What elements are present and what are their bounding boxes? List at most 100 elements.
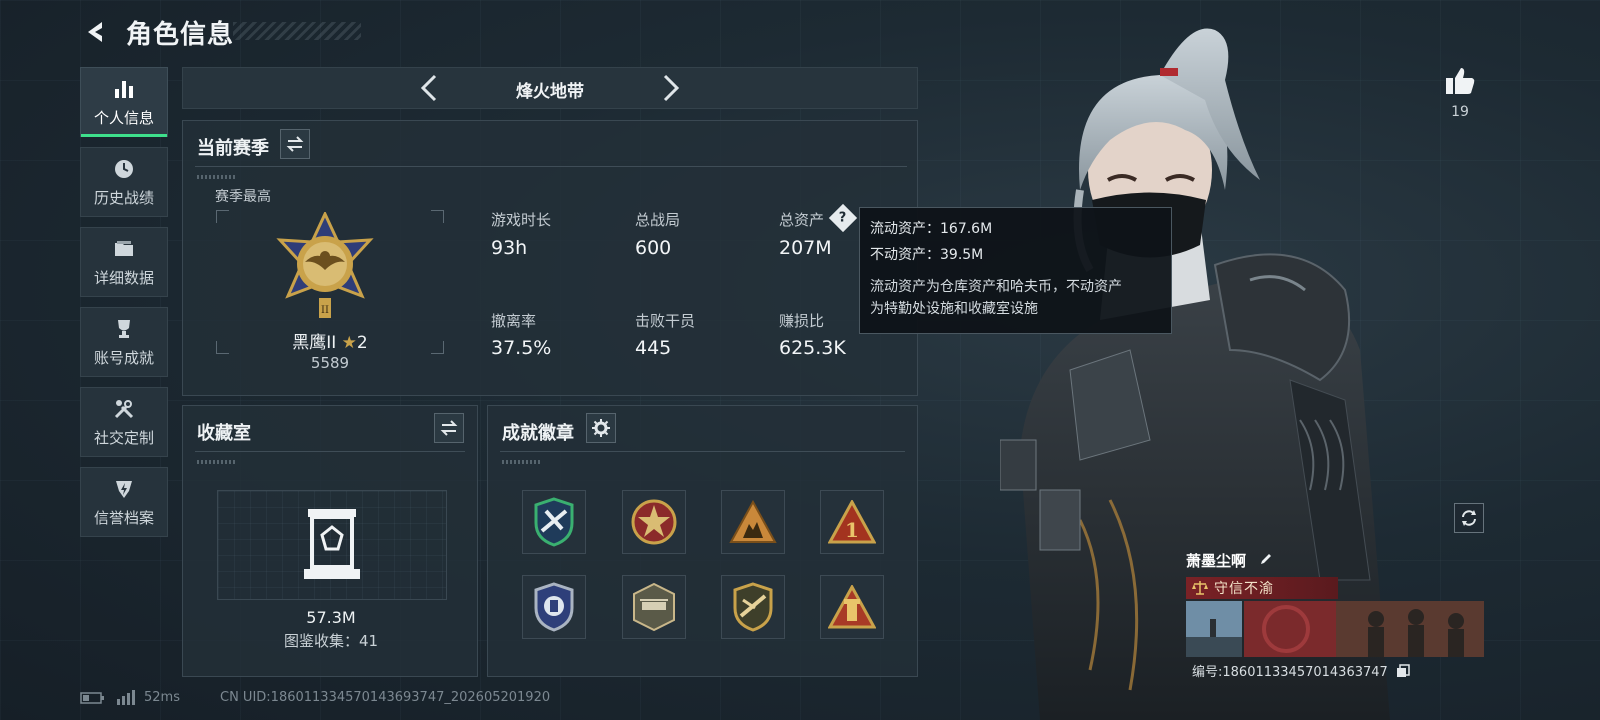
mode-selector: 烽火地带 (182, 67, 918, 109)
assets-tooltip: 流动资产：167.6M 不动资产：39.5M 流动资产为仓库资产和哈夫币，不动资… (859, 207, 1172, 334)
chevron-right-icon (663, 74, 680, 102)
title-decoration (233, 22, 361, 40)
shield-lightning-icon (116, 480, 132, 498)
folder-icon (115, 240, 133, 256)
refresh-icon (1462, 510, 1476, 526)
edit-name-button[interactable] (1259, 551, 1273, 570)
page-title: 角色信息 (126, 20, 235, 50)
season-title: 当前赛季 (197, 138, 269, 159)
collection-switch-button[interactable] (434, 413, 464, 443)
stat-value: 625.3K (779, 337, 846, 359)
thumbs-up-icon (1446, 68, 1475, 94)
collection-value: 57.3M (306, 608, 356, 627)
badge-8-icon (828, 585, 876, 629)
sidebar-item-detailed-data[interactable]: 详细数据 (80, 227, 168, 297)
signal-icon (117, 690, 135, 705)
badge-6-icon (633, 582, 675, 632)
tooltip-fixed-assets: 不动资产：39.5M (870, 247, 984, 263)
swap-icon (286, 136, 304, 152)
stat-label: 总资产 (779, 211, 825, 229)
sidebar-item-personal-info[interactable]: 个人信息 (80, 67, 168, 137)
achievement-badge[interactable]: 1 (820, 490, 884, 554)
player-title-badge: 守信不渝 (1186, 577, 1338, 599)
rank-name-row: 黑鹰II ★2 (216, 328, 444, 353)
pencil-icon (1261, 554, 1272, 564)
collection-title: 收藏室 (197, 423, 251, 444)
sidebar-item-label: 信誉档案 (93, 508, 154, 527)
achievement-badge[interactable] (622, 490, 686, 554)
achievement-badge[interactable] (721, 490, 785, 554)
stat-label: 游戏时长 (491, 211, 552, 229)
chevron-left-icon (88, 22, 102, 42)
help-button[interactable]: ? (828, 203, 858, 233)
sidebar-item-label: 个人信息 (93, 108, 154, 127)
achievement-badge[interactable] (522, 575, 586, 639)
trophy-icon (118, 319, 130, 338)
bar-chart-icon (115, 80, 133, 98)
mode-name: 烽火地带 (516, 82, 584, 102)
refresh-button[interactable] (1454, 503, 1484, 533)
stat-value: 93h (491, 237, 528, 259)
sidebar-item-label: 详细数据 (93, 268, 154, 287)
tooltip-liquid-assets: 流动资产：167.6M (870, 221, 993, 237)
achievement-badge[interactable] (522, 490, 586, 554)
sidebar-item-social[interactable]: 社交定制 (80, 387, 168, 457)
like-button[interactable] (1444, 66, 1476, 100)
help-icon: ? (839, 210, 847, 226)
season-switch-button[interactable] (280, 129, 310, 159)
svg-text:II: II (321, 305, 329, 316)
star-icon: ★ (341, 333, 357, 353)
stat-label: 赚损比 (779, 312, 825, 330)
stat-value: 600 (635, 237, 672, 259)
sidebar-item-label: 历史战绩 (93, 188, 154, 207)
battery-icon (80, 692, 104, 704)
back-button[interactable] (80, 16, 112, 48)
stat-value: 37.5% (491, 337, 552, 359)
copy-id-button[interactable] (1396, 663, 1410, 682)
sidebar-item-credit[interactable]: 信誉档案 (80, 467, 168, 537)
badge-7-icon (733, 582, 773, 632)
stat-label: 击败干员 (635, 312, 696, 330)
scales-icon (1192, 581, 1208, 595)
rank-name: 黑鹰II (292, 333, 337, 353)
achievements-title: 成就徽章 (502, 423, 574, 444)
gear-icon (592, 419, 610, 437)
achievements-panel: 成就徽章 1 (487, 405, 918, 677)
uid-text: CN UID:18601133457014369374​7_2026052019… (220, 690, 551, 705)
badge-2-icon (631, 499, 677, 545)
player-banner[interactable] (1186, 601, 1484, 657)
sidebar-item-label: 账号成就 (93, 348, 154, 367)
achievement-badge[interactable] (820, 575, 884, 639)
tooltip-description: 流动资产为仓库资产和哈夫币，不动资产 (870, 279, 1122, 295)
player-id-row: 编号:18601133457014363747 (1192, 661, 1410, 682)
mode-next-button[interactable] (655, 72, 687, 104)
like-count: 19 (1451, 104, 1469, 120)
badge-4-icon: 1 (828, 500, 876, 544)
tools-icon (114, 399, 134, 418)
sidebar-item-label: 社交定制 (93, 428, 154, 447)
stat-label: 撤离率 (491, 312, 537, 330)
collection-panel: 收藏室 57.3M 图鉴收集：41 (182, 405, 478, 677)
sidebar-item-history[interactable]: 历史战绩 (80, 147, 168, 217)
tooltip-description: 为特勤处设施和收藏室设施 (870, 301, 1038, 317)
badge-1-icon (534, 497, 574, 547)
sidebar-item-achievements[interactable]: 账号成就 (80, 307, 168, 377)
player-title: 守信不渝 (1214, 581, 1274, 597)
rank-score: 5589 (310, 354, 350, 372)
collection-display[interactable] (217, 490, 447, 600)
stat-value: 445 (635, 337, 672, 359)
ping: 52ms (144, 690, 180, 705)
achievement-badge[interactable] (721, 575, 785, 639)
clock-icon (115, 159, 133, 178)
badge-3-icon (729, 500, 777, 543)
stat-value: 207M (779, 237, 832, 259)
copy-icon (1396, 663, 1410, 677)
rank-emblem-icon: II (276, 212, 374, 318)
rank-stars: 2 (356, 333, 368, 353)
achievement-badge[interactable] (622, 575, 686, 639)
player-id: 编号:18601133457014363747 (1192, 665, 1388, 680)
badge-5-icon (534, 582, 574, 632)
showcase-icon (304, 509, 360, 579)
player-name: 萧墨尘啊 (1186, 552, 1247, 570)
achievements-settings-button[interactable] (586, 413, 616, 443)
